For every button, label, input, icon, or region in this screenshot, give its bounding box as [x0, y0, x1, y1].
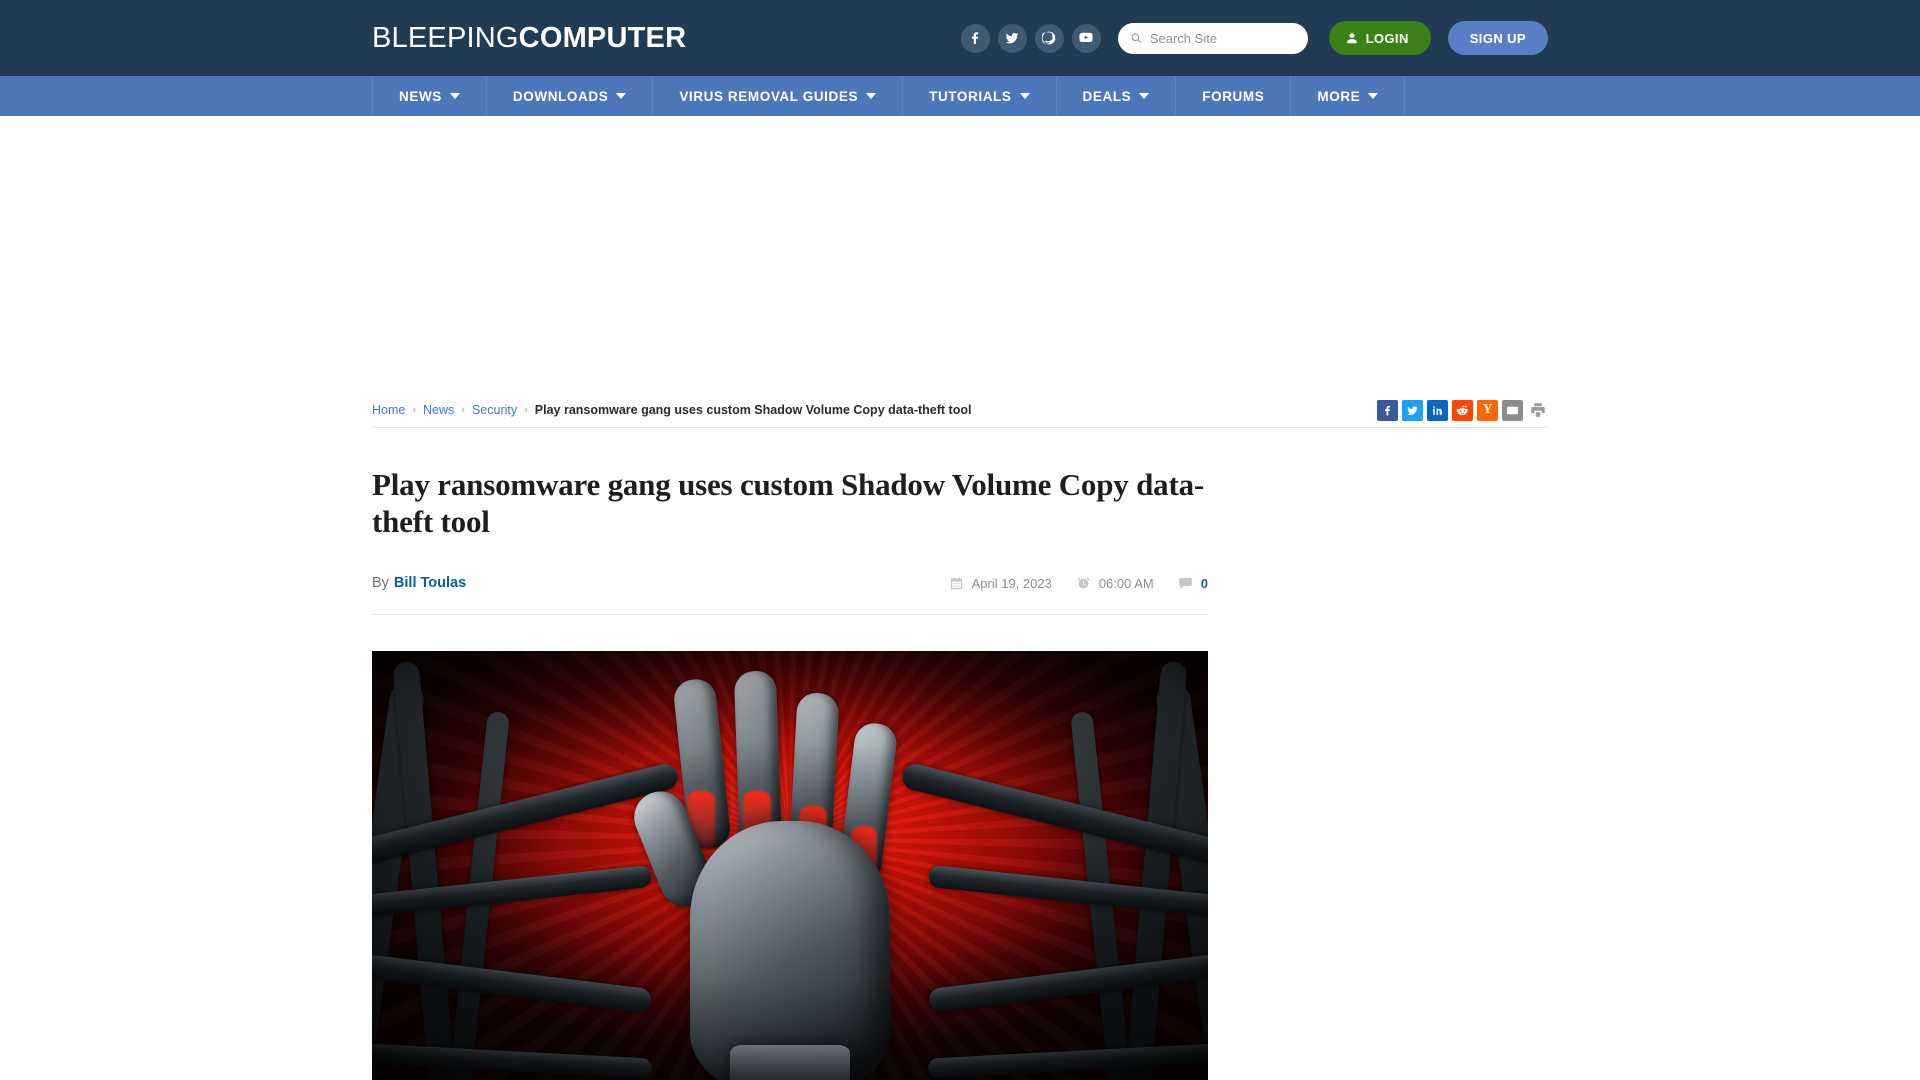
- breadcrumb-separator-icon: ›: [412, 404, 417, 416]
- breadcrumb-divider: [372, 427, 1548, 428]
- nav-item-more[interactable]: MORE: [1291, 76, 1406, 116]
- share-twitter-icon[interactable]: [1402, 399, 1423, 421]
- article-date: April 19, 2023: [949, 576, 1052, 591]
- nav-label: NEWS: [399, 88, 442, 104]
- chevron-down-icon: [866, 93, 877, 99]
- share-print-icon[interactable]: [1527, 400, 1548, 421]
- comment-icon: [1179, 577, 1192, 589]
- nav-label: FORUMS: [1202, 88, 1265, 104]
- header-right-controls: LOGIN SIGN UP: [960, 21, 1548, 55]
- nav-label: DEALS: [1082, 88, 1132, 104]
- comment-count: 0: [1200, 575, 1208, 591]
- article-hero-image: [372, 651, 1208, 1080]
- chevron-down-icon: [449, 93, 460, 99]
- facebook-icon[interactable]: [960, 23, 990, 53]
- nav-item-deals[interactable]: DEALS: [1057, 76, 1177, 116]
- main-navigation: NEWS DOWNLOADS VIRUS REMOVAL GUIDES TUTO…: [0, 76, 1920, 116]
- page-title: Play ransomware gang uses custom Shadow …: [372, 467, 1205, 540]
- signup-button[interactable]: SIGN UP: [1447, 21, 1548, 55]
- content-container: Home › News › Security › Play ransomware…: [372, 394, 1548, 1080]
- chevron-down-icon: [616, 93, 627, 99]
- alarm-clock-icon: [1077, 577, 1090, 589]
- chevron-down-icon: [1139, 93, 1150, 99]
- share-facebook-icon[interactable]: [1377, 399, 1398, 421]
- mastodon-icon[interactable]: [1034, 23, 1064, 53]
- share-hackernews-label: Y: [1482, 402, 1493, 417]
- nav-label: VIRUS REMOVAL GUIDES: [679, 88, 859, 104]
- breadcrumb-row: Home › News › Security › Play ransomware…: [372, 394, 1548, 426]
- youtube-icon[interactable]: [1071, 23, 1101, 53]
- login-button[interactable]: LOGIN: [1328, 21, 1431, 55]
- breadcrumb-separator-icon: ›: [461, 404, 465, 416]
- social-links: [960, 23, 1101, 53]
- share-buttons: Y: [1377, 399, 1548, 421]
- calendar-icon: [950, 577, 962, 589]
- share-linkedin-icon[interactable]: [1427, 399, 1448, 421]
- nav-item-news[interactable]: NEWS: [372, 76, 487, 116]
- breadcrumb-item-current: Play ransomware gang uses custom Shadow …: [534, 403, 972, 417]
- article-time: 06:00 AM: [1076, 576, 1154, 591]
- nav-label: TUTORIALS: [929, 88, 1012, 104]
- nav-label: DOWNLOADS: [512, 88, 609, 104]
- byline-row: By Bill Toulas April 19, 2023 06:00 AM 0: [372, 568, 1208, 598]
- share-email-icon[interactable]: [1502, 399, 1523, 421]
- nav-label: MORE: [1317, 88, 1361, 104]
- by-label: By: [372, 575, 389, 592]
- logo-text-bold: COMPUTER: [518, 21, 687, 54]
- search-input[interactable]: [1149, 30, 1296, 46]
- article-date-label: April 19, 2023: [971, 575, 1052, 591]
- chevron-down-icon: [1368, 93, 1379, 99]
- advertisement-slot: [0, 116, 1920, 394]
- login-label: LOGIN: [1365, 30, 1409, 46]
- share-reddit-icon[interactable]: [1452, 399, 1473, 421]
- nav-items-container: NEWS DOWNLOADS VIRUS REMOVAL GUIDES TUTO…: [372, 76, 1548, 116]
- share-hackernews-icon[interactable]: Y: [1477, 399, 1498, 421]
- nav-item-downloads[interactable]: DOWNLOADS: [487, 76, 654, 116]
- twitter-icon[interactable]: [997, 23, 1027, 53]
- article-column: Play ransomware gang uses custom Shadow …: [372, 466, 1208, 1080]
- breadcrumb-item-news[interactable]: News: [423, 403, 454, 417]
- byline-divider: [372, 614, 1208, 616]
- site-logo[interactable]: BLEEPINGCOMPUTER: [372, 22, 686, 55]
- logo-text-light: BLEEPING: [372, 21, 519, 54]
- breadcrumb-item-home[interactable]: Home: [372, 403, 405, 417]
- user-icon: [1346, 33, 1357, 44]
- hero-vignette: [372, 651, 1208, 1080]
- breadcrumb-separator-icon: ›: [524, 404, 528, 416]
- article-time-label: 06:00 AM: [1098, 575, 1154, 591]
- signup-label: SIGN UP: [1469, 30, 1526, 46]
- header-inner: BLEEPINGCOMPUTER Search Site LOGIN SIGN …: [372, 0, 1548, 76]
- article-comments[interactable]: 0: [1178, 576, 1208, 591]
- article-meta: April 19, 2023 06:00 AM 0: [949, 576, 1208, 591]
- nav-item-virus-removal-guides[interactable]: VIRUS REMOVAL GUIDES: [653, 76, 904, 116]
- nav-item-tutorials[interactable]: TUTORIALS: [903, 76, 1057, 116]
- search-box[interactable]: [1117, 22, 1308, 54]
- nav-item-forums[interactable]: FORUMS: [1176, 76, 1292, 116]
- site-header: BLEEPINGCOMPUTER Search Site LOGIN SIGN …: [0, 0, 1920, 76]
- breadcrumb: Home › News › Security › Play ransomware…: [372, 403, 971, 417]
- article-author-link[interactable]: Bill Toulas: [394, 575, 466, 591]
- chevron-down-icon: [1019, 93, 1030, 99]
- breadcrumb-item-security[interactable]: Security: [472, 403, 517, 417]
- search-icon: [1131, 33, 1141, 43]
